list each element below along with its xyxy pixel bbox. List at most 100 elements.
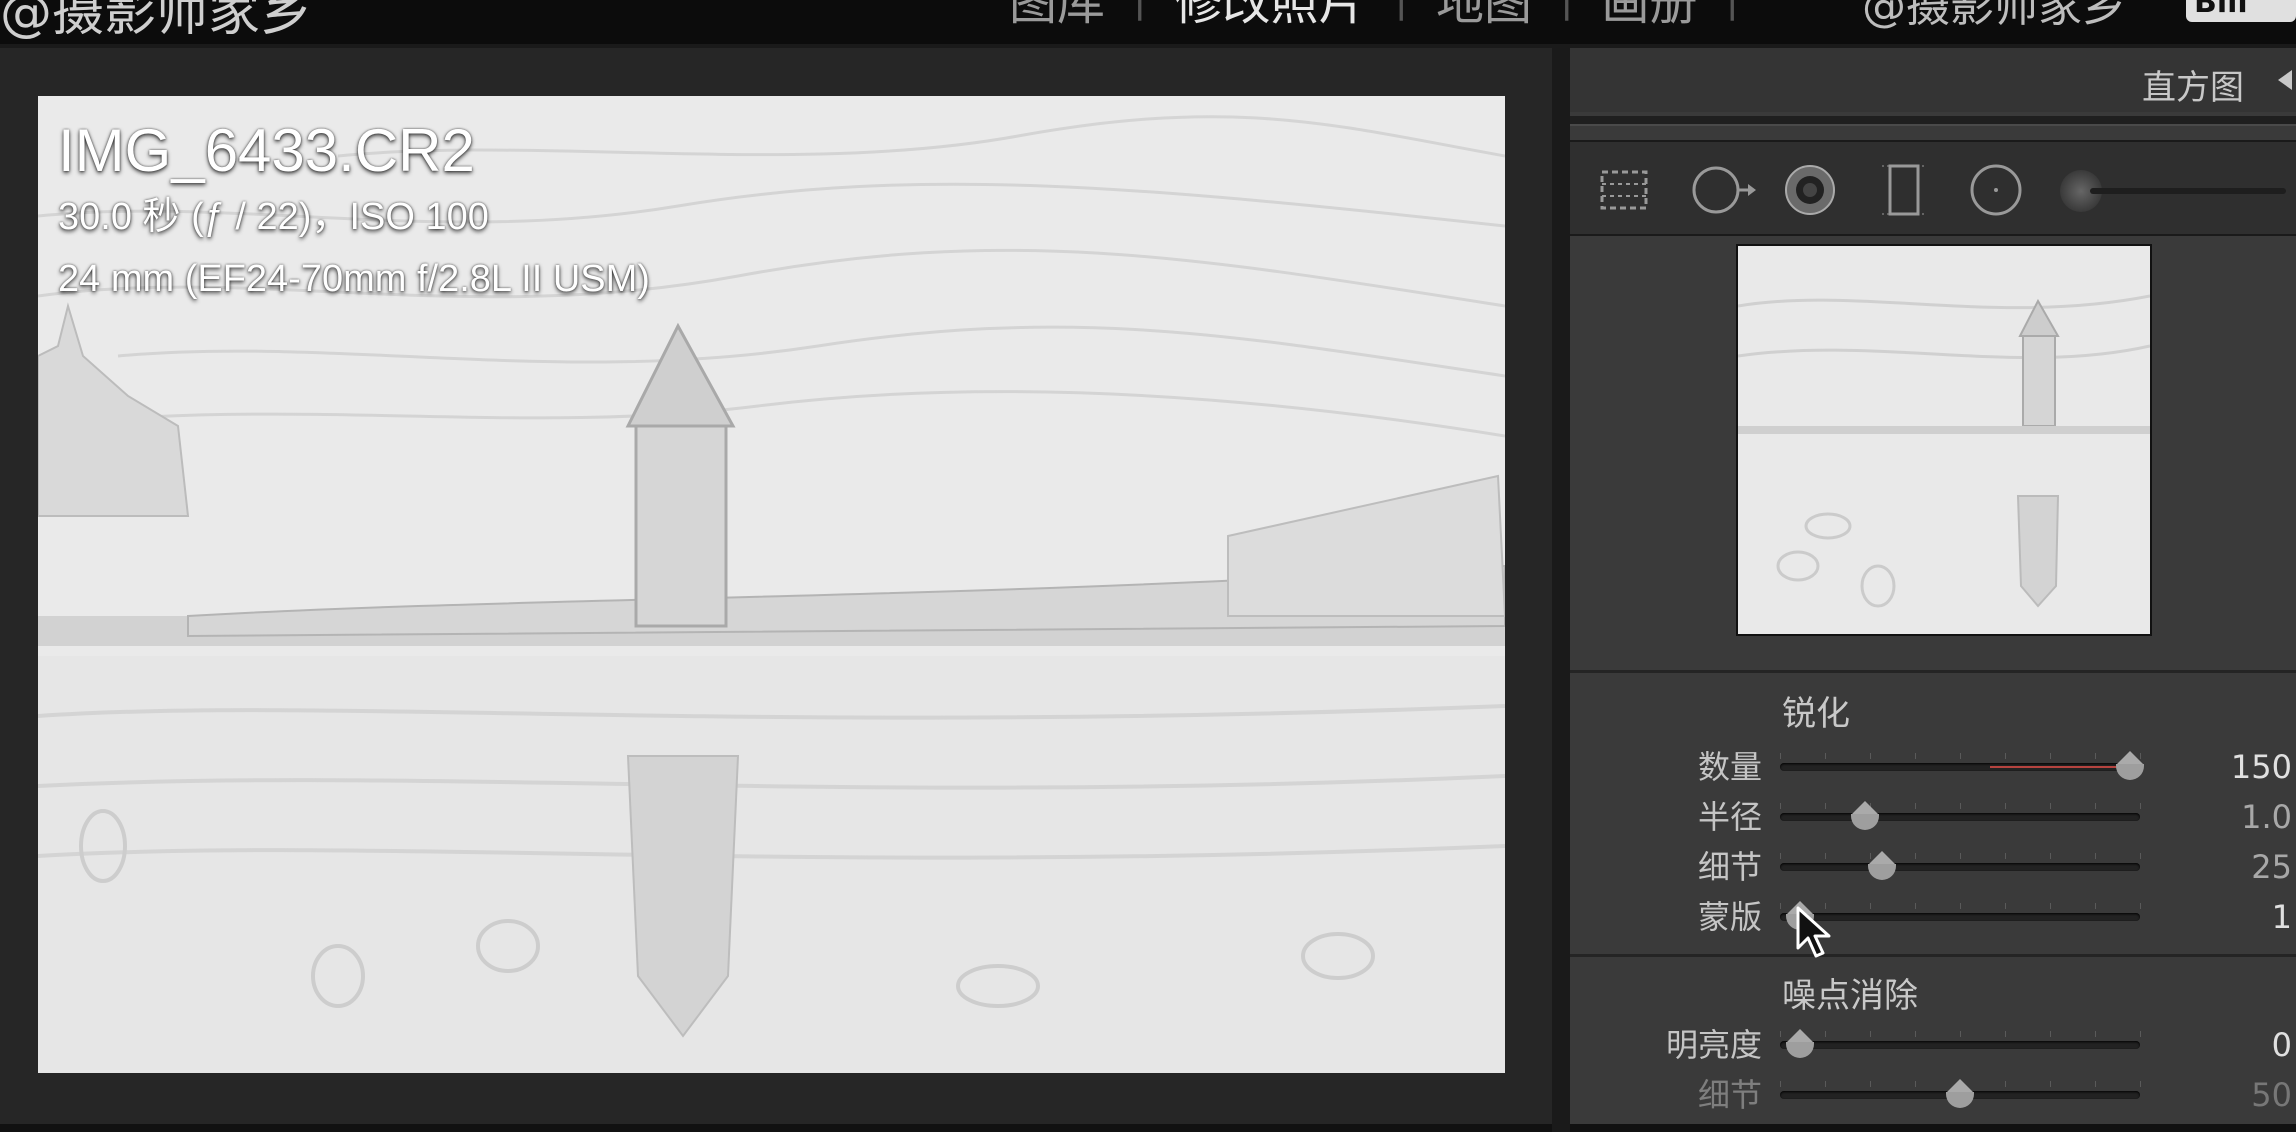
slider-tick [1780,753,1781,759]
brush-size-slider[interactable] [2090,188,2286,194]
detail-preview-image[interactable] [1736,244,2152,636]
sharpen-amount-row: 数量 150 [1570,742,2296,792]
crop-overlay-icon[interactable] [1596,162,1652,218]
photo-lens-info: 24 mm (EF24-70mm f/2.8L II USM) [58,258,650,300]
luminance-row: 明亮度 0 [1570,1020,2296,1070]
slider-tick [2005,903,2006,909]
module-library[interactable]: 图库 [995,0,1119,33]
slider-tick [2095,1031,2096,1037]
slider-tick [2005,853,2006,859]
slider-tick [1960,1031,1961,1037]
slider-tick [1825,753,1826,759]
luminance-detail-value[interactable]: 50 [2210,1070,2292,1120]
sharpen-amount-slider[interactable] [1780,751,2144,780]
slider-tick [2050,903,2051,909]
top-bar: @摄影师家乡 图库 | 修改照片 | 地图 | 画册 | @摄影师家乡 Bili [0,0,2296,48]
radial-filter-icon[interactable] [1968,162,2024,218]
module-separator: | [1712,0,1753,21]
histogram-title: 直方图 [2142,68,2244,108]
slider-tick [2140,1081,2141,1087]
sharpen-radius-value[interactable]: 1.0 [2210,792,2292,842]
module-separator: | [1546,0,1587,21]
module-map[interactable]: 地图 [1422,0,1546,33]
slider-tick [1960,903,1961,909]
slider-tick [2140,903,2141,909]
slider-tick [1825,1031,1826,1037]
slider-tick [2140,1031,2141,1037]
slider-tick [1960,803,1961,809]
sharpen-masking-row: 蒙版 1 [1570,892,2296,942]
slider-tick [1825,1081,1826,1087]
slider-tick [2050,1031,2051,1037]
tool-strip [1570,140,2296,236]
sharpen-radius-slider[interactable] [1780,801,2141,830]
slider-tick [1780,853,1781,859]
luminance-value[interactable]: 0 [2210,1020,2292,1070]
slider-label: 数量 [1697,748,1762,786]
sharpen-section-title[interactable]: 锐化 [1782,686,1850,735]
slider-label: 明亮度 [1665,1026,1762,1064]
identity-plate: @摄影师家乡 [1862,0,2126,32]
slider-label: 半径 [1697,798,1762,836]
bilibili-badge: Bili [2186,0,2296,22]
slider-tick [2095,803,2096,809]
slider-tick [1915,1081,1916,1087]
develop-right-panel: 直方图 锐化 数量 150 半径 1.0 细节 25 蒙版 1 噪点消除 明亮度… [1570,48,2296,1132]
section-divider [1570,954,2296,957]
slider-tick [1915,903,1916,909]
slider-label: 蒙版 [1697,898,1762,936]
slider-tick [1915,853,1916,859]
slider-tick [2050,1081,2051,1087]
slider-tick [2095,853,2096,859]
module-separator: | [1381,0,1422,21]
noise-reduction-section-title[interactable]: 噪点消除 [1782,968,1918,1017]
slider-tick [1915,803,1916,809]
sharpen-amount-value[interactable]: 150 [2210,742,2292,792]
photo-filename: IMG_6433.CR2 [58,117,475,184]
luminance-detail-row: 细节 50 [1570,1070,2296,1120]
module-separator: | [1119,0,1160,21]
sharpen-detail-slider[interactable] [1780,851,2141,880]
sharpen-radius-row: 半径 1.0 [1570,792,2296,842]
slider-tick [2050,753,2051,759]
mouse-pointer-icon [1796,906,1831,958]
slider-tick [2140,853,2141,859]
panel-divider[interactable] [1552,48,1570,1132]
slider-tick [1870,1081,1871,1087]
photo-info-overlay: IMG_6433.CR2 30.0 秒 (ƒ / 22)，ISO 100 24 … [58,116,650,310]
slider-tick [1960,853,1961,859]
sharpen-masking-value[interactable]: 1 [2210,892,2292,942]
luminance-detail-slider[interactable] [1780,1079,2141,1108]
slider-tick [2005,1031,2006,1037]
slider-tick [1870,903,1871,909]
slider-tick [2095,753,2096,759]
image-view: IMG_6433.CR2 30.0 秒 (ƒ / 22)，ISO 100 24 … [0,48,1552,1132]
detail-preview-graphic [1738,246,2150,634]
slider-tick [1780,1081,1781,1087]
section-divider [1570,670,2296,673]
red-eye-icon[interactable] [1782,162,1838,218]
module-picker: 图库 | 修改照片 | 地图 | 画册 | [995,0,1753,31]
module-develop[interactable]: 修改照片 [1161,0,1381,33]
slider-tick [1870,1031,1871,1037]
photo-exposure-info: 30.0 秒 (ƒ / 22)，ISO 100 [58,196,489,238]
panel-bottom-edge [1570,1124,2296,1132]
filmstrip-edge [0,1124,1552,1132]
slider-fill [1990,766,2130,768]
histogram-header[interactable]: 直方图 [1570,48,2296,112]
slider-tick [1780,803,1781,809]
slider-tick [2005,1081,2006,1087]
module-book[interactable]: 画册 [1588,0,1712,33]
slider-tick [2005,753,2006,759]
graduated-filter-icon[interactable] [1876,162,1932,218]
sharpen-detail-value[interactable]: 25 [2210,842,2292,892]
spot-removal-icon[interactable] [1690,162,1762,218]
collapse-triangle-icon[interactable] [2278,70,2292,90]
detail-preview-area [1570,238,2296,668]
histogram-strip [1570,116,2296,126]
slider-tick [1870,753,1871,759]
luminance-slider[interactable] [1780,1029,2141,1058]
photo-preview[interactable]: IMG_6433.CR2 30.0 秒 (ƒ / 22)，ISO 100 24 … [38,96,1505,1073]
slider-tick [1960,753,1961,759]
slider-tick [2050,853,2051,859]
